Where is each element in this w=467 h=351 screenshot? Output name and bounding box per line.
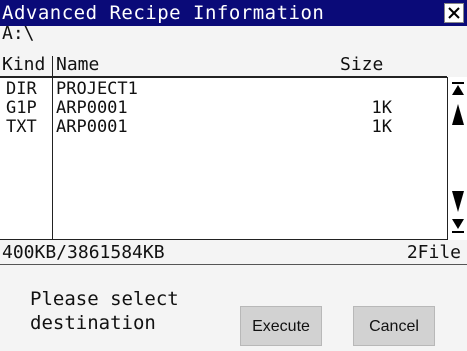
list-item[interactable]: DIR PROJECT1 — [0, 80, 447, 99]
row-size: 1K — [371, 117, 392, 137]
scroll-to-top-icon[interactable] — [451, 82, 465, 96]
column-header-size: Size — [340, 54, 384, 75]
list-item[interactable]: TXT ARP0001 1K — [0, 118, 447, 137]
header-divider — [0, 76, 447, 77]
scroll-up-icon[interactable] — [451, 104, 465, 126]
row-size: 1K — [371, 98, 392, 118]
execute-button[interactable]: Execute — [240, 306, 322, 346]
close-icon — [448, 7, 460, 19]
cancel-button[interactable]: Cancel — [353, 306, 435, 346]
row-kind: DIR — [6, 79, 37, 99]
file-list: DIR PROJECT1 G1P ARP0001 1K TXT ARP0001 … — [0, 77, 467, 240]
instruction-message: Please select destination — [30, 288, 179, 334]
window-title: Advanced Recipe Information — [2, 2, 325, 24]
row-name: ARP0001 — [56, 98, 128, 118]
row-name: PROJECT1 — [56, 79, 138, 99]
current-path: A:\ — [2, 23, 35, 44]
file-count: 2File — [406, 242, 461, 263]
status-divider — [0, 264, 467, 265]
column-header-kind: Kind — [2, 54, 46, 75]
close-button[interactable] — [444, 3, 464, 23]
row-kind: TXT — [6, 117, 37, 137]
title-bar: Advanced Recipe Information — [0, 0, 467, 26]
column-divider — [52, 56, 53, 240]
list-item[interactable]: G1P ARP0001 1K — [0, 99, 447, 118]
capacity-status: 400KB/3861584KB — [2, 242, 165, 263]
row-kind: G1P — [6, 98, 37, 118]
column-header-name: Name — [56, 54, 100, 75]
scrollbar[interactable] — [447, 77, 467, 240]
scroll-down-icon[interactable] — [451, 191, 465, 213]
scroll-to-bottom-icon[interactable] — [451, 219, 465, 233]
row-name: ARP0001 — [56, 117, 128, 137]
